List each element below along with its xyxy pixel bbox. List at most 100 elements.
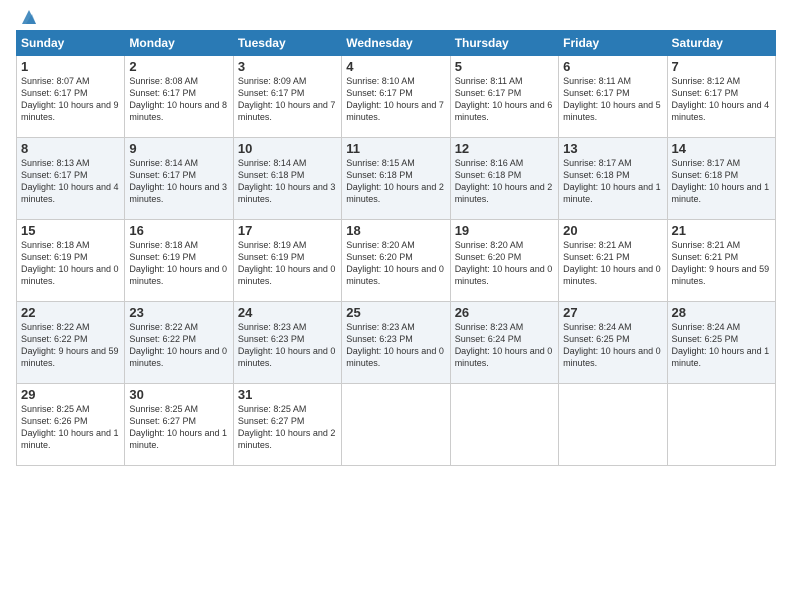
logo-icon xyxy=(18,6,40,28)
daylight: Daylight: 10 hours and 4 minutes. xyxy=(21,182,119,204)
day-cell-1: 1Sunrise: 8:07 AMSunset: 6:17 PMDaylight… xyxy=(17,56,125,138)
day-info: Sunrise: 8:11 AM Sunset: 6:17 PM Daylight:… xyxy=(455,75,554,124)
sunrise: Sunrise: 8:09 AM xyxy=(238,76,307,86)
day-info: Sunrise: 8:17 AMSunset: 6:18 PMDaylight:… xyxy=(672,157,771,206)
sunset: Sunset: 6:22 PM xyxy=(129,334,196,344)
day-cell-25: 25Sunrise: 8:23 AMSunset: 6:23 PMDayligh… xyxy=(342,302,450,384)
day-cell-4: 4Sunrise: 8:10 AMSunset: 6:17 PMDaylight… xyxy=(342,56,450,138)
day-cell-13: 13Sunrise: 8:17 AMSunset: 6:18 PMDayligh… xyxy=(559,138,667,220)
daylight: Daylight: 10 hours and 6 minutes. xyxy=(455,100,553,122)
day-info: Sunrise: 8:07 AMSunset: 6:17 PMDaylight:… xyxy=(21,75,120,124)
day-number: 19 xyxy=(455,223,554,238)
calendar-table: SundayMondayTuesdayWednesdayThursdayFrid… xyxy=(16,30,776,466)
sunrise: Sunrise: 8:11 AM xyxy=(563,76,631,86)
day-info: Sunrise: 8:12 AMSunset: 6:17 PMDaylight:… xyxy=(672,75,771,124)
daylight: Daylight: 10 hours and 4 minutes. xyxy=(672,100,770,122)
sunrise: Sunrise: 8:18 AM xyxy=(129,240,198,250)
day-info: Sunrise: 8:25 AMSunset: 6:26 PMDaylight:… xyxy=(21,403,120,452)
day-info: Sunrise: 8:20 AMSunset: 6:20 PMDaylight:… xyxy=(346,239,445,288)
sunrise: Sunrise: 8:16 AM xyxy=(455,158,524,168)
sunrise: Sunrise: 8:17 AM xyxy=(672,158,741,168)
daylight: Daylight: 10 hours and 7 minutes. xyxy=(346,100,444,122)
empty-cell xyxy=(450,384,558,466)
day-cell-17: 17Sunrise: 8:19 AMSunset: 6:19 PMDayligh… xyxy=(233,220,341,302)
daylight: Daylight: 10 hours and 1 minute. xyxy=(129,428,227,450)
day-number: 14 xyxy=(672,141,771,156)
day-cell-12: 12Sunrise: 8:16 AMSunset: 6:18 PMDayligh… xyxy=(450,138,558,220)
week-row-4: 22 Sunrise: 8:22 AM Sunset: 6:22 PM Dayligh… xyxy=(17,302,776,384)
sunrise: Sunrise: 8:23 AM xyxy=(455,322,524,332)
sunset: Sunset: 6:19 PM xyxy=(238,252,305,262)
day-cell-30: 30Sunrise: 8:25 AMSunset: 6:27 PMDayligh… xyxy=(125,384,233,466)
sunrise: Sunrise: 8:15 AM xyxy=(346,158,415,168)
daylight: Daylight: 10 hours and 2 minutes. xyxy=(346,182,444,204)
day-number: 16 xyxy=(129,223,228,238)
sunset: Sunset: 6:18 PM xyxy=(563,170,630,180)
daylight: Daylight: 10 hours and 0 minutes. xyxy=(129,264,227,286)
header xyxy=(16,10,776,22)
sunset: Sunset: 6:27 PM xyxy=(238,416,305,426)
day-number: 11 xyxy=(346,141,445,156)
week-row-1: 1Sunrise: 8:07 AMSunset: 6:17 PMDaylight… xyxy=(17,56,776,138)
day-info: Sunrise: 8:15 AM Sunset: 6:18 PM Daylight:… xyxy=(346,157,445,206)
daylight: Daylight: 10 hours and 1 minute. xyxy=(563,182,661,204)
daylight: Daylight: 10 hours and 0 minutes. xyxy=(346,264,444,286)
sunrise: Sunrise: 8:22 AM xyxy=(129,322,198,332)
day-info: Sunrise: 8:21 AMSunset: 6:21 PMDaylight:… xyxy=(563,239,662,288)
day-info: Sunrise: 8:24 AMSunset: 6:25 PMDaylight:… xyxy=(672,321,771,370)
sunrise: Sunrise: 8:10 AM xyxy=(346,76,415,86)
sunset: Sunset: 6:17 PM xyxy=(129,170,196,180)
day-number: 22 xyxy=(21,305,120,320)
sunset: Sunset: 6:17 PM xyxy=(563,88,630,98)
sunrise: Sunrise: 8:25 AM xyxy=(21,404,90,414)
daylight: Daylight: 10 hours and 0 minutes. xyxy=(563,264,661,286)
day-number: 2 xyxy=(129,59,228,74)
day-cell-26: 26Sunrise: 8:23 AMSunset: 6:24 PMDayligh… xyxy=(450,302,558,384)
day-number: 25 xyxy=(346,305,445,320)
daylight: Daylight: 10 hours and 2 minutes. xyxy=(238,428,336,450)
daylight: Daylight: 10 hours and 0 minutes. xyxy=(563,346,661,368)
day-cell-16: 16Sunrise: 8:18 AMSunset: 6:19 PMDayligh… xyxy=(125,220,233,302)
empty-cell xyxy=(559,384,667,466)
sunset: Sunset: 6:18 PM xyxy=(346,170,413,180)
day-number: 5 xyxy=(455,59,554,74)
day-info: Sunrise: 8:08 AMSunset: 6:17 PMDaylight:… xyxy=(129,75,228,124)
col-header-friday: Friday xyxy=(559,31,667,56)
sunrise: Sunrise: 8:11 AM xyxy=(455,76,523,86)
sunset: Sunset: 6:20 PM xyxy=(455,252,522,262)
col-header-saturday: Saturday xyxy=(667,31,775,56)
day-number: 20 xyxy=(563,223,662,238)
sunset: Sunset: 6:17 PM xyxy=(129,88,196,98)
daylight: Daylight: 10 hours and 3 minutes. xyxy=(238,182,336,204)
sunrise: Sunrise: 8:19 AM xyxy=(238,240,307,250)
daylight: Daylight: 10 hours and 0 minutes. xyxy=(238,346,336,368)
daylight: Daylight: 10 hours and 0 minutes. xyxy=(238,264,336,286)
sunset: Sunset: 6:20 PM xyxy=(346,252,413,262)
day-cell-9: 9Sunrise: 8:14 AMSunset: 6:17 PMDaylight… xyxy=(125,138,233,220)
sunset: Sunset: 6:27 PM xyxy=(129,416,196,426)
day-cell-19: 19Sunrise: 8:20 AMSunset: 6:20 PMDayligh… xyxy=(450,220,558,302)
sunrise: Sunrise: 8:22 AM xyxy=(21,322,90,332)
sunrise: Sunrise: 8:14 AM xyxy=(129,158,198,168)
day-number: 6 xyxy=(563,59,662,74)
day-number: 28 xyxy=(672,305,771,320)
daylight: Daylight: 10 hours and 1 minute. xyxy=(672,182,770,204)
day-number: 13 xyxy=(563,141,662,156)
day-number: 21 xyxy=(672,223,771,238)
day-info: Sunrise: 8:23 AMSunset: 6:23 PMDaylight:… xyxy=(238,321,337,370)
day-cell-28: 28Sunrise: 8:24 AMSunset: 6:25 PMDayligh… xyxy=(667,302,775,384)
logo xyxy=(16,10,40,22)
daylight: Daylight: 10 hours and 2 minutes. xyxy=(455,182,553,204)
day-number: 1 xyxy=(21,59,120,74)
header-row: SundayMondayTuesdayWednesdayThursdayFrid… xyxy=(17,31,776,56)
day-info: Sunrise: 8:16 AMSunset: 6:18 PMDaylight:… xyxy=(455,157,554,206)
day-number: 23 xyxy=(129,305,228,320)
day-cell-20: 20Sunrise: 8:21 AMSunset: 6:21 PMDayligh… xyxy=(559,220,667,302)
week-row-3: 15Sunrise: 8:18 AMSunset: 6:19 PMDayligh… xyxy=(17,220,776,302)
day-info: Sunrise: 8:13 AMSunset: 6:17 PMDaylight:… xyxy=(21,157,120,206)
day-cell-2: 2Sunrise: 8:08 AMSunset: 6:17 PMDaylight… xyxy=(125,56,233,138)
sunset: Sunset: 6:17 PM xyxy=(455,88,522,98)
day-number: 24 xyxy=(238,305,337,320)
day-cell-18: 18Sunrise: 8:20 AMSunset: 6:20 PMDayligh… xyxy=(342,220,450,302)
sunrise: Sunrise: 8:24 AM xyxy=(563,322,632,332)
